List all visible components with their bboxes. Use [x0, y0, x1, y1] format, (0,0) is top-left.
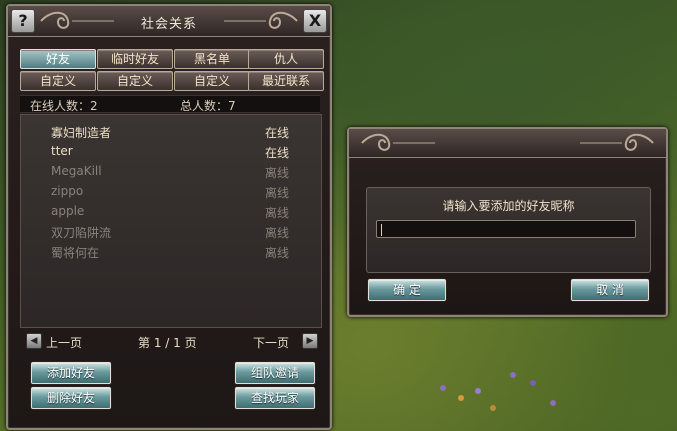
tab-custom-3[interactable]: 自定义 [174, 71, 250, 91]
add-friend-dialog: 请输入要添加的好友昵称 确 定 取 消 [347, 127, 668, 317]
total-count: 总人数：7 [180, 99, 236, 113]
pagination: ◀ 上一页 第 1 / 1 页 下一页 ▶ [20, 332, 320, 352]
title-bar[interactable]: ? 社会关系 X [8, 6, 330, 37]
page-indicator: 第 1 / 1 页 [138, 336, 197, 350]
background-flowers [420, 360, 580, 420]
team-invite-button[interactable]: 组队邀请 [235, 362, 315, 384]
prompt-text: 请输入要添加的好友昵称 [442, 199, 575, 213]
friend-name: 蜀将何在 [51, 246, 100, 260]
ornament-icon [580, 133, 654, 151]
list-item[interactable]: zippo 离线 [21, 182, 321, 202]
dialog-title-bar[interactable] [349, 129, 666, 158]
list-item[interactable]: 寡妇制造者 在线 [21, 122, 321, 142]
confirm-button[interactable]: 确 定 [368, 279, 446, 301]
list-item[interactable]: tter 在线 [21, 142, 321, 162]
prompt-box: 请输入要添加的好友昵称 [366, 187, 651, 273]
friend-name: zippo [51, 184, 84, 198]
friend-status: 离线 [265, 186, 290, 200]
list-item[interactable]: 蜀将何在 离线 [21, 242, 321, 262]
text-caret [381, 224, 382, 236]
friend-count-bar: 在线人数：2 总人数：7 [20, 95, 320, 113]
friend-name: apple [51, 204, 85, 218]
list-item[interactable]: MegaKill 离线 [21, 162, 321, 182]
friend-status: 在线 [265, 126, 290, 140]
friend-name: 寡妇制造者 [51, 126, 112, 140]
friend-status: 离线 [265, 226, 290, 240]
friend-name: 双刀陷阱流 [51, 226, 112, 240]
ornament-icon [361, 133, 435, 151]
friend-name: tter [51, 144, 73, 158]
tab-recent-contacts[interactable]: 最近联系 [248, 71, 324, 91]
delete-friend-button[interactable]: 删除好友 [31, 387, 111, 409]
tab-friends[interactable]: 好友 [20, 49, 96, 69]
friend-status: 在线 [265, 146, 290, 160]
list-item[interactable]: apple 离线 [21, 202, 321, 222]
tab-enemies[interactable]: 仇人 [248, 49, 324, 69]
next-page-link[interactable]: 下一页 [253, 334, 289, 351]
find-player-button[interactable]: 查找玩家 [235, 387, 315, 409]
add-friend-button[interactable]: 添加好友 [31, 362, 111, 384]
list-item[interactable]: 双刀陷阱流 离线 [21, 222, 321, 242]
next-arrow-icon[interactable]: ▶ [302, 333, 318, 349]
prev-page-link[interactable]: 上一页 [46, 334, 82, 351]
tab-blacklist[interactable]: 黑名单 [174, 49, 250, 69]
online-count: 在线人数：2 [30, 99, 98, 113]
close-button[interactable]: X [303, 9, 327, 33]
tab-custom-1[interactable]: 自定义 [20, 71, 96, 91]
tab-temp-friends[interactable]: 临时好友 [97, 49, 173, 69]
friend-status: 离线 [265, 246, 290, 260]
tab-custom-2[interactable]: 自定义 [97, 71, 173, 91]
friend-list: 寡妇制造者 在线 tter 在线 MegaKill 离线 zippo 离线 ap… [20, 114, 322, 328]
social-panel: ? 社会关系 X 好友 临时好友 黑名单 仇人 自定义 自定义 自定义 最近联系… [6, 4, 332, 430]
friend-status: 离线 [265, 206, 290, 220]
ornament-icon [224, 11, 298, 29]
prev-arrow-icon[interactable]: ◀ [26, 333, 42, 349]
cancel-button[interactable]: 取 消 [571, 279, 649, 301]
friend-status: 离线 [265, 166, 290, 180]
friend-name: MegaKill [51, 164, 102, 178]
friend-name-input[interactable] [376, 220, 636, 238]
